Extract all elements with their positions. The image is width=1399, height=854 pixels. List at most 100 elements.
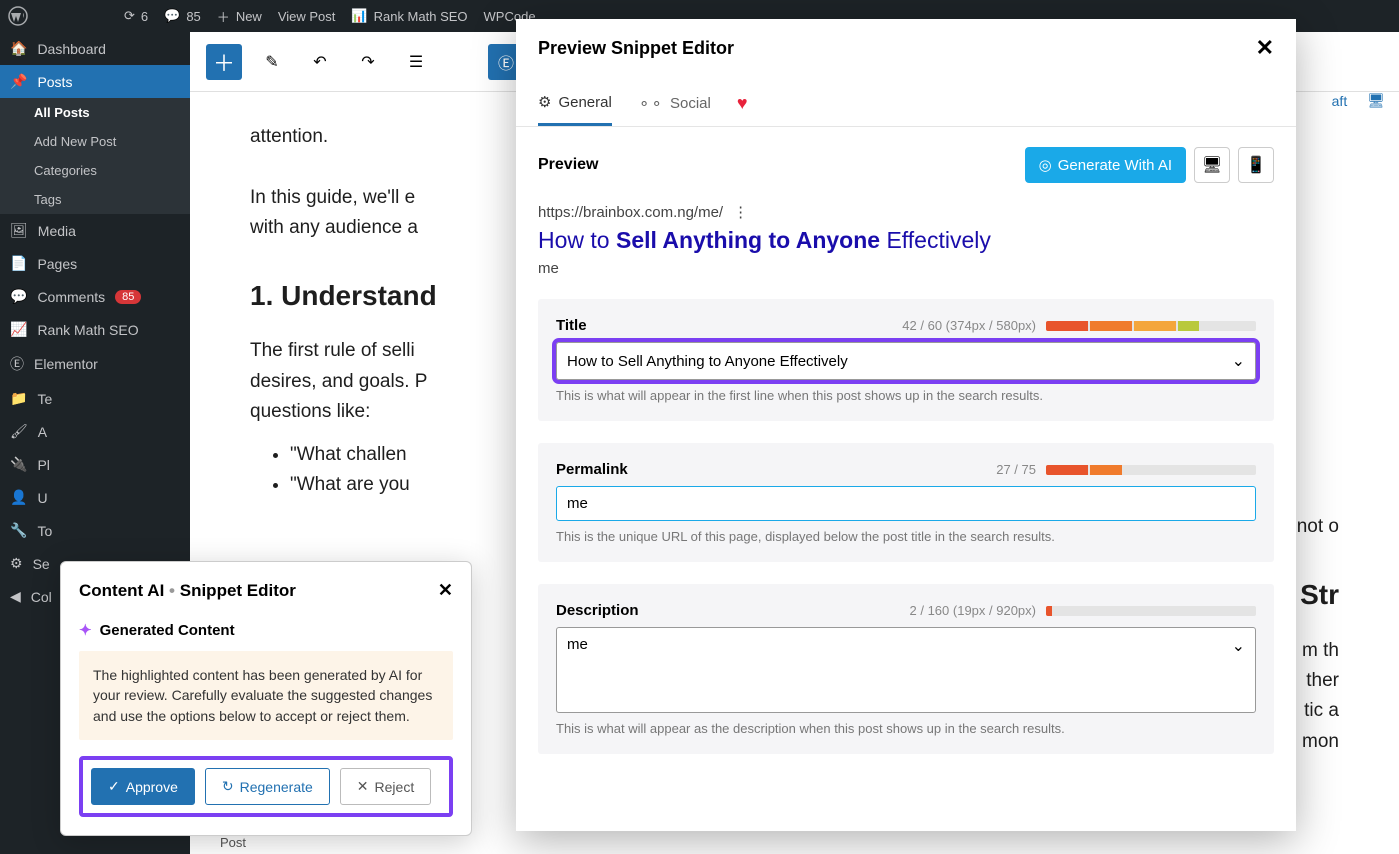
paragraph: with any audience a <box>250 217 418 238</box>
tools-label: To <box>37 523 52 539</box>
permalink-bar <box>1046 465 1256 475</box>
appearance-label: A <box>38 424 47 440</box>
elementor-label: Elementor <box>34 356 98 372</box>
title-counter: 42 / 60 (374px / 580px) <box>902 318 1036 333</box>
menu-pages[interactable]: 📄 Pages <box>0 247 190 280</box>
gear-icon: ⚙ <box>538 93 551 111</box>
comments-badge: 85 <box>115 290 141 304</box>
menu-tools[interactable]: 🔧To <box>0 514 190 547</box>
tab-label: Social <box>670 95 711 112</box>
approve-button[interactable]: ✓ Approve <box>91 768 195 805</box>
comments-label: Comments <box>37 289 105 305</box>
submenu-all-posts[interactable]: All Posts <box>0 98 190 127</box>
regenerate-button[interactable]: ↻Regenerate <box>205 768 330 805</box>
refresh-icon: ⟳ <box>124 8 135 24</box>
elementor-icon: Ⓔ <box>10 354 24 374</box>
title-label: Title <box>556 317 587 334</box>
media-icon: 🖼 <box>10 222 28 239</box>
description-input[interactable] <box>567 636 1232 704</box>
dashboard-label: Dashboard <box>37 41 106 57</box>
tab-social[interactable]: ⚬⚬ Social <box>638 85 711 125</box>
title-help: This is what will appear in the first li… <box>556 388 1256 403</box>
editor-right-actions: aft 🖥 <box>1332 92 1385 109</box>
tab-general[interactable]: ⚙ General <box>538 83 612 126</box>
chart-icon: 📊 <box>351 8 367 24</box>
dashboard-icon: 🏠 <box>10 40 27 57</box>
posts-submenu: All Posts Add New Post Categories Tags <box>0 98 190 214</box>
posts-label: Posts <box>37 74 72 90</box>
new-content[interactable]: ＋New <box>209 0 270 32</box>
menu-elementor[interactable]: Ⓔ Elementor <box>0 346 190 382</box>
outline-button[interactable]: ☰ <box>398 44 434 80</box>
modal-title: Preview Snippet Editor <box>538 38 734 59</box>
analytics-icon: 📈 <box>10 321 27 338</box>
rankmath-admin[interactable]: 📊Rank Math SEO <box>343 0 475 32</box>
paragraph: tic a <box>1304 700 1339 721</box>
folder-icon: 📁 <box>10 390 27 407</box>
menu-plugins[interactable]: 🔌Pl <box>0 448 190 481</box>
adminbar-comments[interactable]: 💬85 <box>156 0 209 32</box>
elementor-icon: Ⓔ <box>498 50 514 74</box>
approve-label: Approve <box>126 779 178 795</box>
add-block-button[interactable]: ＋ <box>206 44 242 80</box>
ai-note: The highlighted content has been generat… <box>79 651 453 740</box>
mobile-preview-button[interactable]: 📱 <box>1238 147 1274 183</box>
permalink-input[interactable] <box>567 495 1245 512</box>
permalink-input-wrap[interactable] <box>556 486 1256 521</box>
pages-label: Pages <box>37 256 77 272</box>
refresh-icon: ↻ <box>222 778 234 795</box>
breadcrumb-post[interactable]: Post <box>220 835 246 850</box>
undo-button[interactable]: ↶ <box>302 44 338 80</box>
close-button[interactable]: ✕ <box>438 580 453 601</box>
wp-logo[interactable] <box>0 0 36 32</box>
view-post[interactable]: View Post <box>270 0 344 32</box>
media-label: Media <box>38 223 76 239</box>
submenu-add-new[interactable]: Add New Post <box>0 127 190 156</box>
chevron-down-icon[interactable]: ⌄ <box>1232 636 1245 656</box>
menu-templates[interactable]: 📁 Te <box>0 382 190 415</box>
tab-favorite[interactable]: ♥ <box>737 83 748 126</box>
chevron-down-icon[interactable]: ⌄ <box>1232 351 1245 371</box>
brush-icon: 🖌 <box>10 423 28 440</box>
generate-ai-button[interactable]: ◎Generate With AI <box>1025 147 1186 183</box>
check-icon: ✓ <box>108 778 120 795</box>
close-button[interactable]: ✕ <box>1256 35 1274 61</box>
title-input-wrap[interactable]: ⌄ <box>556 342 1256 380</box>
share-icon: ⚬⚬ <box>638 95 663 113</box>
kebab-icon[interactable]: ⋮ <box>733 203 748 221</box>
redo-button[interactable]: ↷ <box>350 44 386 80</box>
menu-posts[interactable]: 📌Posts <box>0 65 190 98</box>
menu-dashboard[interactable]: 🏠 Dashboard <box>0 32 190 65</box>
updates[interactable]: ⟳6 <box>116 0 156 32</box>
menu-users[interactable]: 👤U <box>0 481 190 514</box>
serp-url: https://brainbox.com.ng/me/⋮ <box>538 203 1274 221</box>
pencil-icon: ✎ <box>265 52 278 72</box>
redo-icon: ↷ <box>361 52 374 72</box>
menu-comments[interactable]: 💬Comments85 <box>0 280 190 313</box>
submenu-tags[interactable]: Tags <box>0 185 190 214</box>
desktop-preview-button[interactable]: 🖥 <box>1194 147 1230 183</box>
title-input[interactable] <box>567 353 1232 370</box>
page-icon: 📄 <box>10 255 27 272</box>
reject-label: Reject <box>375 779 415 795</box>
tab-label: General <box>558 94 611 111</box>
content-ai-popup: Content AI • Snippet Editor ✕ ✦Generated… <box>60 561 472 836</box>
description-input-wrap[interactable]: ⌄ <box>556 627 1256 713</box>
reject-button[interactable]: ✕Reject <box>340 768 431 805</box>
paragraph: In this guide, we'll e <box>250 187 415 208</box>
plus-icon: ＋ <box>213 46 235 78</box>
menu-appearance[interactable]: 🖌A <box>0 415 190 448</box>
submenu-categories[interactable]: Categories <box>0 156 190 185</box>
list-icon: ☰ <box>409 52 423 72</box>
paragraph: desires, and goals. P <box>250 371 427 392</box>
description-help: This is what will appear as the descript… <box>556 721 1256 736</box>
menu-media[interactable]: 🖼 Media <box>0 214 190 247</box>
preview-device-icon[interactable]: 🖥 <box>1367 92 1385 109</box>
site-name[interactable] <box>36 0 116 32</box>
save-draft[interactable]: aft <box>1332 93 1348 109</box>
tools-button[interactable]: ✎ <box>254 44 290 80</box>
desktop-icon: 🖥 <box>1202 155 1222 175</box>
templates-label: Te <box>37 391 52 407</box>
user-icon: 👤 <box>10 489 27 506</box>
menu-rankmath[interactable]: 📈Rank Math SEO <box>0 313 190 346</box>
